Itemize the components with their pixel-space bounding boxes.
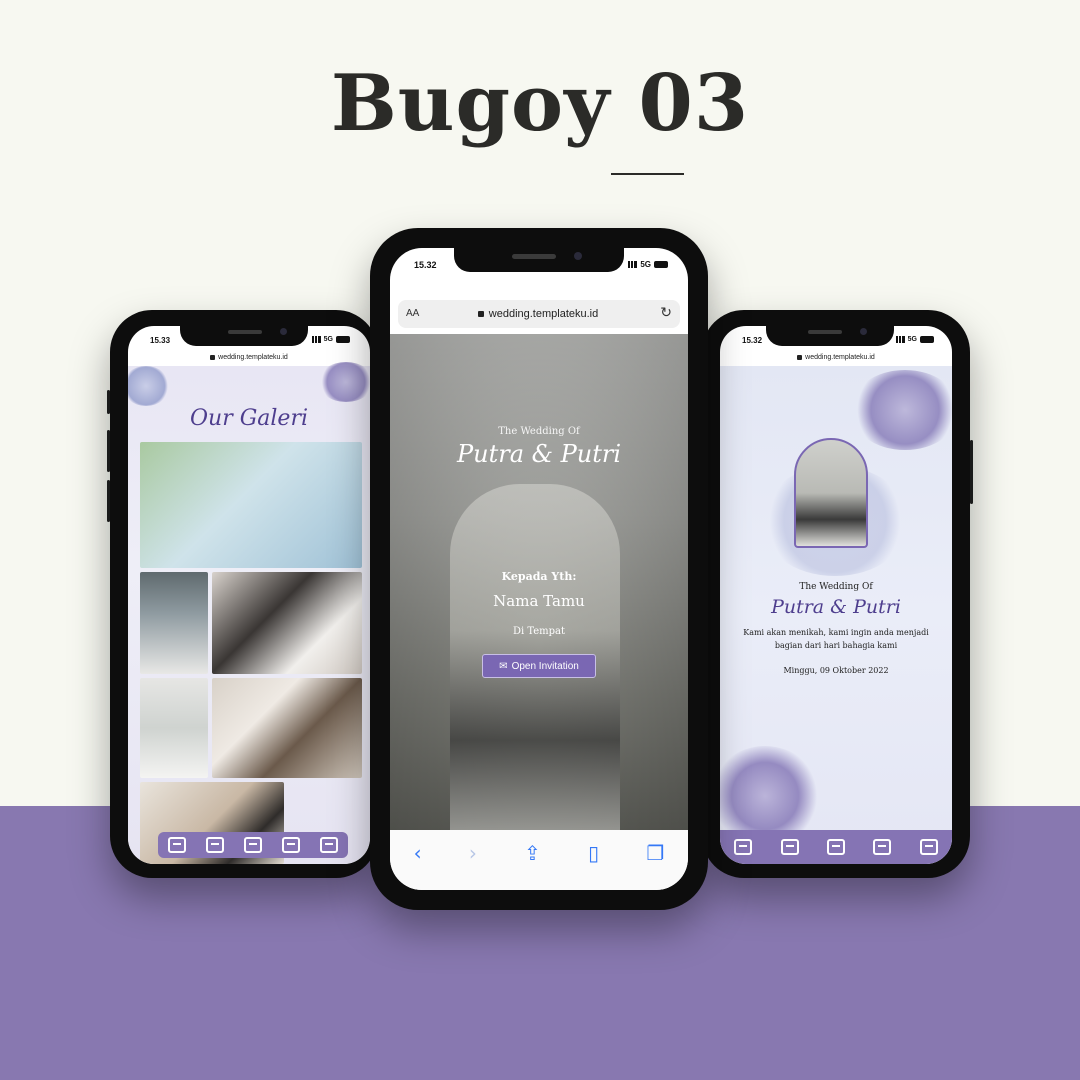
open-invitation-button[interactable]: ✉ Open Invitation xyxy=(482,654,596,678)
photo-heart-icon[interactable] xyxy=(873,839,892,855)
front-camera xyxy=(860,328,867,335)
signal-icon xyxy=(311,336,321,343)
status-time: 15.32 xyxy=(742,336,763,345)
reload-icon[interactable]: ↻ xyxy=(660,305,672,321)
network-status: 5G xyxy=(311,336,350,343)
share-icon[interactable]: ⇪ xyxy=(524,841,541,865)
back-icon[interactable]: ‹ xyxy=(414,841,422,865)
gallery-photo[interactable] xyxy=(212,572,362,674)
calendar-icon[interactable] xyxy=(826,839,845,855)
gallery-photo[interactable] xyxy=(212,678,362,778)
page-title: Bugoy 03 xyxy=(330,58,750,149)
gallery-title: Our Galeri xyxy=(189,406,308,431)
guestbook-icon[interactable] xyxy=(919,839,938,855)
floral-decoration xyxy=(850,370,952,450)
tabs-icon[interactable]: ❐ xyxy=(646,841,664,865)
wedding-of-label: The Wedding Of xyxy=(799,582,873,592)
signal-icon xyxy=(628,261,638,268)
speaker xyxy=(512,254,556,259)
couple-icon[interactable] xyxy=(780,839,799,855)
envelope-icon: ✉ xyxy=(499,660,508,672)
status-time: 15.33 xyxy=(150,336,171,345)
address-bar-container: AA wedding.templateku.id ↻ xyxy=(398,300,680,328)
battery-icon xyxy=(920,336,934,343)
network-label: 5G xyxy=(640,260,651,269)
status-time: 15.32 xyxy=(414,260,437,270)
url-text: wedding.templateku.id xyxy=(805,353,875,361)
notch xyxy=(766,324,894,346)
address-bar[interactable]: wedding.templateku.id xyxy=(438,300,638,328)
battery-icon xyxy=(654,261,668,268)
envelope-heart-icon[interactable] xyxy=(734,839,753,855)
guestbook-icon[interactable] xyxy=(320,837,338,853)
left-phone-mockup: 15.33 5G wedding.templateku.id Our Galer… xyxy=(107,310,378,878)
power-button xyxy=(970,440,973,504)
network-status: 5G xyxy=(895,336,934,343)
lock-icon xyxy=(797,354,803,360)
couple-names: Putra & Putri xyxy=(456,440,622,468)
network-label: 5G xyxy=(907,336,917,343)
address-bar[interactable]: wedding.templateku.id xyxy=(720,350,952,364)
wedding-of-label: The Wedding Of xyxy=(498,426,580,437)
mute-switch xyxy=(107,390,110,414)
couple-icon[interactable] xyxy=(206,837,224,853)
battery-icon xyxy=(336,336,350,343)
speaker xyxy=(808,330,842,334)
place-label: Di Tempat xyxy=(512,626,566,637)
network-status: 5G xyxy=(628,260,668,269)
front-camera xyxy=(280,328,287,335)
address-bar[interactable]: wedding.templateku.id xyxy=(128,350,370,364)
recipient-label: Kepada Yth: xyxy=(501,570,577,583)
center-screen: 15.32 5G AA wedding.templateku.id ↻ The … xyxy=(390,248,688,890)
guest-name: Nama Tamu xyxy=(493,592,585,610)
notch xyxy=(180,324,308,346)
open-invitation-label: Open Invitation xyxy=(511,660,579,672)
front-camera xyxy=(574,252,582,260)
calendar-icon[interactable] xyxy=(244,837,262,853)
lock-icon xyxy=(210,354,216,360)
browser-toolbar: ‹ › ⇪ ▯ ❐ xyxy=(390,830,688,890)
center-phone-mockup: 15.32 5G AA wedding.templateku.id ↻ The … xyxy=(370,228,708,910)
photo-heart-icon[interactable] xyxy=(282,837,300,853)
envelope-heart-icon[interactable] xyxy=(168,837,186,853)
gallery-photo[interactable] xyxy=(140,678,208,778)
title-underline xyxy=(611,173,684,175)
signal-icon xyxy=(895,336,905,343)
forward-icon[interactable]: › xyxy=(469,841,477,865)
right-phone-mockup: 15.32 5G wedding.templateku.id The Weddi… xyxy=(702,310,973,878)
url-text: wedding.templateku.id xyxy=(218,353,288,361)
text-size-button[interactable]: AA xyxy=(406,308,419,319)
bottom-nav xyxy=(720,830,952,864)
couple-names: Putra & Putri xyxy=(771,596,901,618)
volume-down-button xyxy=(107,480,110,522)
url-text: wedding.templateku.id xyxy=(488,308,599,320)
volume-up-button xyxy=(107,430,110,472)
network-label: 5G xyxy=(323,336,333,343)
bottom-nav xyxy=(158,832,348,858)
left-screen: 15.33 5G wedding.templateku.id Our Galer… xyxy=(128,326,370,864)
bookmarks-icon[interactable]: ▯ xyxy=(588,841,599,865)
gallery-photo[interactable] xyxy=(140,442,362,568)
event-date: Minggu, 09 Oktober 2022 xyxy=(783,666,889,675)
floral-decoration xyxy=(318,362,370,402)
invitation-message: Kami akan menikah, kami ingin anda menja… xyxy=(743,628,929,650)
notch xyxy=(454,248,624,272)
couple-arch-photo xyxy=(794,438,868,548)
speaker xyxy=(228,330,262,334)
lock-icon xyxy=(477,311,484,317)
gallery-photo[interactable] xyxy=(140,572,208,674)
right-screen: 15.32 5G wedding.templateku.id The Weddi… xyxy=(720,326,952,864)
